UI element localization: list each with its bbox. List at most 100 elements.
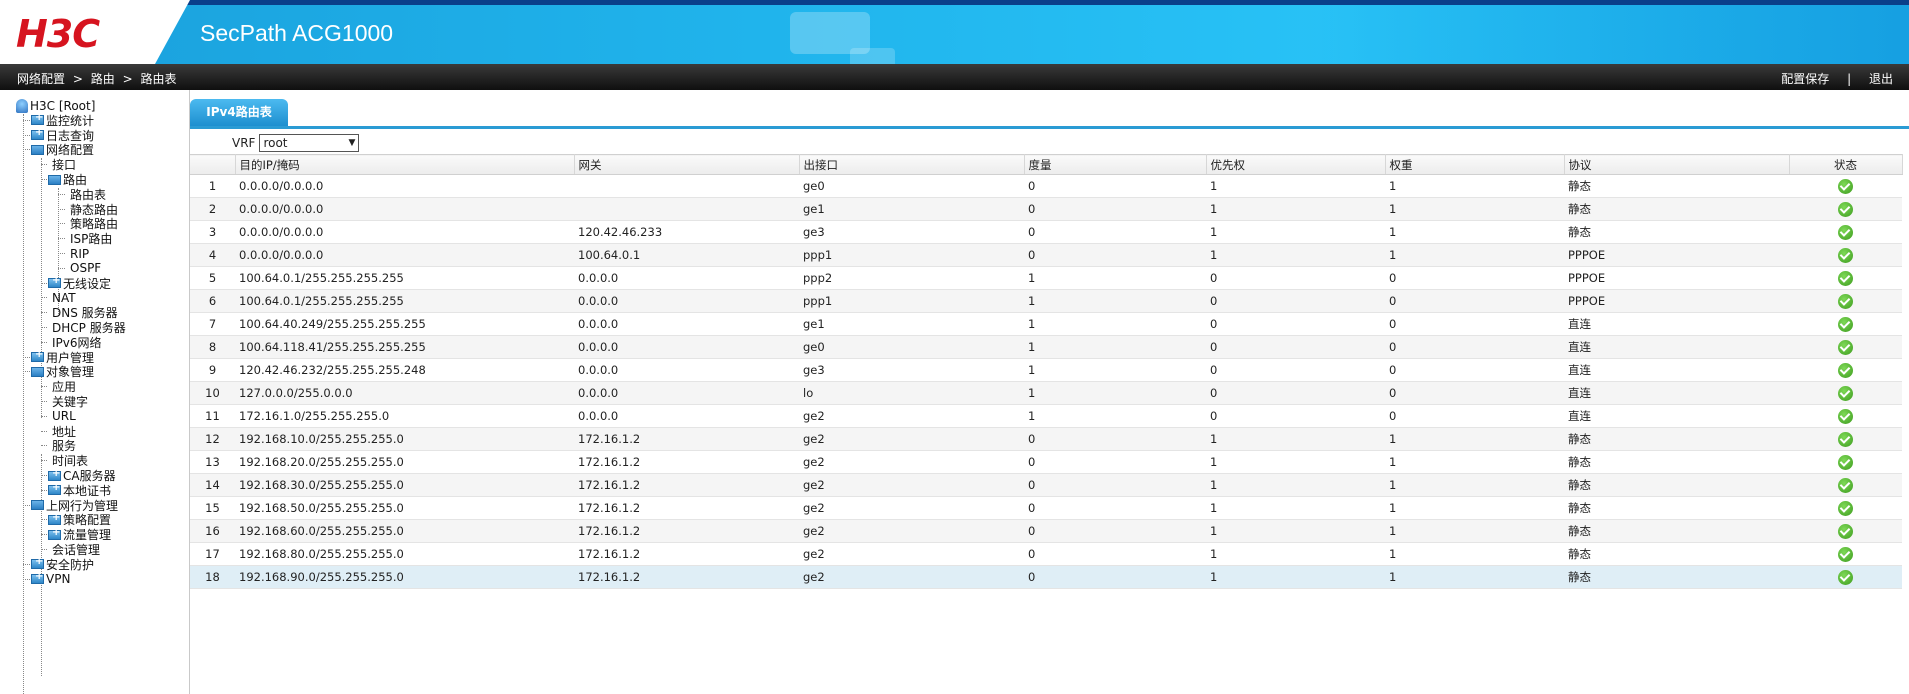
table-row[interactable]: 18 192.168.90.0/255.255.255.0 172.16.1.2 ge… (190, 565, 1902, 589)
tree-guide-line (41, 341, 47, 343)
breadcrumb-item[interactable]: 网络配置 (17, 70, 65, 87)
check-circle-icon (1838, 270, 1853, 286)
destination-cell: 100.64.0.1/255.255.255.255 (235, 266, 574, 290)
status-cell (1789, 266, 1902, 290)
tree-guide-line (41, 489, 47, 491)
tree-guide-line (58, 223, 65, 225)
metric-cell: 1 (1024, 266, 1206, 290)
table-row[interactable]: 3 0.0.0.0/0.0.0.0 120.42.46.233 ge3 0 1 1 静态 (190, 220, 1902, 244)
priority-cell: 0 (1206, 404, 1385, 428)
status-cell (1789, 174, 1902, 198)
interface-cell: ge2 (799, 473, 1024, 497)
tree-guide-line (23, 504, 30, 506)
sidebar-item-32[interactable]: VPN (31, 571, 70, 588)
weight-cell: 1 (1385, 427, 1564, 451)
check-circle-icon (1838, 247, 1853, 263)
folder-open-icon (48, 174, 61, 185)
tab-bar: IPv4路由表 (190, 99, 1909, 129)
destination-cell: 0.0.0.0/0.0.0.0 (235, 174, 574, 198)
destination-cell: 192.168.30.0/255.255.255.0 (235, 473, 574, 497)
check-circle-icon (1838, 477, 1853, 493)
folder-open-icon (31, 366, 44, 377)
priority-cell: 1 (1206, 450, 1385, 474)
breadcrumb-item[interactable]: 路由 (91, 70, 115, 87)
priority-cell: 1 (1206, 427, 1385, 451)
table-row[interactable]: 4 0.0.0.0/0.0.0.0 100.64.0.1 ppp1 0 1 1 PPPOE (190, 243, 1902, 267)
protocol-cell: 直连 (1564, 312, 1789, 336)
table-row[interactable]: 17 192.168.80.0/255.255.255.0 172.16.1.2 ge… (190, 542, 1902, 566)
weight-cell: 0 (1385, 312, 1564, 336)
status-cell (1789, 289, 1902, 313)
metric-cell: 0 (1024, 197, 1206, 221)
column-header-metric[interactable]: 度量 (1024, 154, 1207, 175)
row-index: 4 (190, 243, 235, 267)
status-cell (1789, 450, 1902, 474)
status-cell (1789, 404, 1902, 428)
table-row[interactable]: 5 100.64.0.1/255.255.255.255 0.0.0.0 ppp2 1 0… (190, 266, 1902, 290)
nav-bar: 网络配置 > 路由 > 路由表 配置保存 | 退出 (0, 64, 1909, 90)
table-row[interactable]: 6 100.64.0.1/255.255.255.255 0.0.0.0 ppp1 1 0… (190, 289, 1902, 313)
column-header-gateway[interactable]: 网关 (574, 154, 800, 175)
column-header-status[interactable]: 状态 (1789, 154, 1903, 175)
sidebar-item-label: URL (52, 409, 76, 424)
column-header-protocol[interactable]: 协议 (1564, 154, 1790, 175)
weight-cell: 0 (1385, 404, 1564, 428)
tree-guide-line (41, 430, 47, 432)
priority-cell: 1 (1206, 174, 1385, 198)
metric-cell: 0 (1024, 542, 1206, 566)
table-row[interactable]: 7 100.64.40.249/255.255.255.255 0.0.0.0 ge1… (190, 312, 1902, 336)
column-header-destination[interactable]: 目的IP/掩码 (235, 154, 575, 175)
gateway-cell (574, 197, 799, 221)
weight-cell: 0 (1385, 381, 1564, 405)
check-circle-icon (1838, 385, 1853, 401)
destination-cell: 192.168.90.0/255.255.255.0 (235, 565, 574, 589)
weight-cell: 1 (1385, 519, 1564, 543)
row-index: 16 (190, 519, 235, 543)
tree-guide-line (23, 114, 24, 694)
table-row[interactable]: 12 192.168.10.0/255.255.255.0 172.16.1.2 ge… (190, 427, 1902, 451)
metric-cell: 0 (1024, 427, 1206, 451)
table-row[interactable]: 15 192.168.50.0/255.255.255.0 172.16.1.2 ge… (190, 496, 1902, 520)
table-row[interactable]: 10 127.0.0.0/255.0.0.0 0.0.0.0 lo 1 0 0 直连 (190, 381, 1902, 405)
tree-guide-line (41, 401, 47, 402)
tree-guide-line (23, 356, 30, 358)
table-row[interactable]: 11 172.16.1.0/255.255.255.0 0.0.0.0 ge2 1 0 0 直… (190, 404, 1902, 428)
table-row[interactable]: 2 0.0.0.0/0.0.0.0 ge1 0 1 1 静态 (190, 197, 1902, 221)
table-row[interactable]: 8 100.64.118.41/255.255.255.255 0.0.0.0 ge0… (190, 335, 1902, 359)
column-header-weight[interactable]: 权重 (1385, 154, 1565, 175)
row-index: 12 (190, 427, 235, 451)
tree-guide-line (41, 475, 47, 476)
logout-link[interactable]: 退出 (1869, 70, 1893, 87)
priority-cell: 0 (1206, 289, 1385, 313)
metric-cell: 1 (1024, 289, 1206, 313)
column-header-interface[interactable]: 出接口 (799, 154, 1025, 175)
destination-cell: 192.168.10.0/255.255.255.0 (235, 427, 574, 451)
save-config-link[interactable]: 配置保存 (1781, 70, 1829, 87)
metric-cell: 0 (1024, 220, 1206, 244)
weight-cell: 1 (1385, 220, 1564, 244)
table-row[interactable]: 13 192.168.20.0/255.255.255.0 172.16.1.2 ge… (190, 450, 1902, 474)
interface-cell: ge3 (799, 358, 1024, 382)
protocol-cell: 静态 (1564, 496, 1789, 520)
tree-guide-line (41, 460, 47, 462)
table-row[interactable]: 9 120.42.46.232/255.255.255.248 0.0.0.0 ge3… (190, 358, 1902, 382)
table-row[interactable]: 16 192.168.60.0/255.255.255.0 172.16.1.2 ge… (190, 519, 1902, 543)
column-header-priority[interactable]: 优先权 (1206, 154, 1386, 175)
tree-guide-line (41, 386, 47, 388)
breadcrumb: 网络配置 > 路由 > 路由表 (17, 70, 176, 87)
table-row[interactable]: 1 0.0.0.0/0.0.0.0 ge0 0 1 1 静态 (190, 174, 1902, 198)
protocol-cell: 直连 (1564, 335, 1789, 359)
check-circle-icon (1838, 408, 1853, 424)
tab-ipv4-route-table[interactable]: IPv4路由表 (190, 99, 288, 126)
vrf-select[interactable]: root ▼ (259, 134, 360, 152)
priority-cell: 0 (1206, 312, 1385, 336)
check-circle-icon (1838, 546, 1853, 562)
interface-cell: ge2 (799, 404, 1024, 428)
protocol-cell: 直连 (1564, 358, 1789, 382)
tree-guide-line (41, 327, 47, 328)
table-row[interactable]: 14 192.168.30.0/255.255.255.0 172.16.1.2 ge… (190, 473, 1902, 497)
interface-cell: ge2 (799, 565, 1024, 589)
h3c-logo: H3C (16, 12, 100, 56)
gateway-cell: 0.0.0.0 (574, 312, 799, 336)
destination-cell: 100.64.0.1/255.255.255.255 (235, 289, 574, 313)
